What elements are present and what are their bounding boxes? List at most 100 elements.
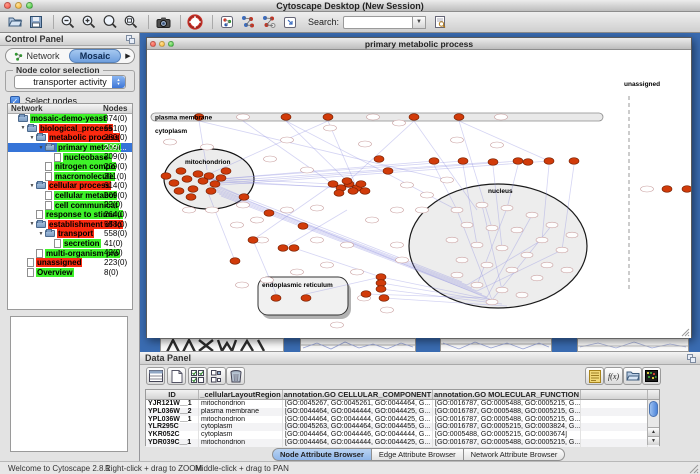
zoom-selected-region-icon[interactable] [101,14,119,31]
network-node[interactable] [391,242,404,248]
create-attribute-button[interactable] [167,367,186,385]
table-vertical-scrollbar[interactable]: ▲ ▼ [647,400,659,445]
network-node[interactable] [481,262,493,268]
network-node-selected-color[interactable] [376,280,386,287]
column-header[interactable]: _cellularLayoutRegion [199,390,283,399]
tab-scroll-right-icon[interactable]: ▶ [122,52,134,60]
network-tree-row[interactable]: ▼biological_process651(0) [8,124,132,134]
network-node-selected-color[interactable] [186,194,196,201]
network-node[interactable] [496,245,508,251]
attribute-list-button[interactable] [585,367,604,385]
network-node[interactable] [566,232,578,238]
tab-edge-attribute-browser[interactable]: Edge Attribute Browser [372,448,464,461]
network-canvas[interactable]: plasma membranecytoplasmmitochondrionnuc… [147,50,691,338]
network-node-selected-color[interactable] [513,158,523,165]
network-node[interactable] [421,192,434,198]
network-node[interactable] [496,287,508,293]
tab-network-attribute-browser[interactable]: Network Attribute Browser [464,448,566,461]
network-node-selected-color[interactable] [210,181,220,188]
network-node-selected-color[interactable] [682,186,691,193]
network-node[interactable] [164,139,177,145]
open-file-icon[interactable] [6,14,24,31]
expand-arrow-icon[interactable]: ▼ [37,231,45,237]
scroll-down-icon[interactable]: ▼ [648,436,659,445]
float-panel-icon[interactable] [126,35,135,44]
network-tree-row[interactable]: Overview8(0) [8,268,132,278]
import-network-icon[interactable] [281,14,299,31]
network-node[interactable] [206,207,219,213]
zoom-out-icon[interactable] [59,14,77,31]
scroll-up-icon[interactable]: ▲ [648,427,659,436]
function-builder-button[interactable]: f(x) [604,367,623,385]
network-node-selected-color[interactable] [298,223,308,230]
plugin-network-2-icon[interactable] [260,14,278,31]
plugin-network-1-icon[interactable] [239,14,257,31]
network-node[interactable] [291,269,304,275]
window-resize-grip-icon[interactable] [681,328,690,337]
network-node[interactable] [536,237,548,243]
search-input[interactable] [343,16,413,29]
node-color-dropdown[interactable]: transporter activity ▲▼ [14,75,126,89]
network-node[interactable] [471,242,483,248]
delete-attribute-button[interactable] [226,367,245,385]
network-tree-row[interactable]: ▼metabolic process280(0) [8,133,132,143]
network-node-selected-color[interactable] [204,173,214,180]
network-node[interactable] [476,202,488,208]
network-tree-row[interactable]: ▼cellular process614(0) [8,181,132,191]
table-row[interactable]: YDR039C__1mitochondrion[GO:0044464, GO:0… [146,439,659,447]
network-node-selected-color[interactable] [360,188,370,195]
search-filter-icon[interactable] [431,14,449,31]
column-header[interactable]: ID [146,390,199,399]
network-node-selected-color[interactable] [230,258,240,265]
network-node[interactable] [641,186,654,192]
vizmapper-icon[interactable] [218,14,236,31]
network-node[interactable] [264,156,277,162]
column-header[interactable]: annotation.GO MOLECULAR_FUNCTION [433,390,581,399]
background-window-fragment[interactable] [440,338,552,352]
network-node[interactable] [506,267,518,273]
network-node[interactable] [546,222,558,228]
network-node-selected-color[interactable] [271,295,281,302]
network-node[interactable] [526,212,538,218]
tab-mosaic[interactable]: Mosaic [69,49,121,63]
expand-arrow-icon[interactable]: ▼ [19,125,27,131]
network-tree-row[interactable]: macromolecule311(0) [8,172,132,182]
network-node-selected-color[interactable] [361,291,371,298]
network-node-selected-color[interactable] [206,188,216,195]
network-node[interactable] [367,114,380,120]
network-tree-row[interactable]: cellular metabol209(0) [8,191,132,201]
network-node-selected-color[interactable] [264,210,274,217]
network-node-selected-color[interactable] [188,186,198,193]
network-node[interactable] [451,272,463,278]
column-header[interactable] [581,390,648,399]
network-node[interactable] [237,202,250,208]
network-node[interactable] [281,207,294,213]
network-node-selected-color[interactable] [289,245,299,252]
import-attributes-button[interactable] [623,367,642,385]
network-tree-row[interactable]: mosaic-demo-yeast874(0) [8,114,132,124]
expand-arrow-icon[interactable]: ▼ [28,183,36,189]
network-node[interactable] [561,267,573,273]
network-node-selected-color[interactable] [176,168,186,175]
network-node[interactable] [324,125,337,131]
network-node[interactable] [441,177,454,183]
network-node[interactable] [471,282,483,288]
attribute-grid-button[interactable] [207,367,226,385]
network-node-selected-color[interactable] [383,168,393,175]
network-node[interactable] [491,142,504,148]
network-node[interactable] [236,282,249,288]
network-node-selected-color[interactable] [301,295,311,302]
network-node[interactable] [231,222,244,228]
network-node[interactable] [501,205,513,211]
network-node-selected-color[interactable] [429,158,439,165]
network-tree-row[interactable]: unassigned223(0) [8,258,132,268]
network-node[interactable] [495,114,508,120]
network-tree-row[interactable]: nitrogen compo209(0) [8,162,132,172]
network-node-selected-color[interactable] [458,158,468,165]
network-node[interactable] [351,269,364,275]
zoom-fit-icon[interactable] [122,14,140,31]
network-node-selected-color[interactable] [334,190,344,197]
network-node[interactable] [381,307,394,313]
select-attributes-checklist-button[interactable] [188,367,207,385]
network-node-selected-color[interactable] [379,295,389,302]
